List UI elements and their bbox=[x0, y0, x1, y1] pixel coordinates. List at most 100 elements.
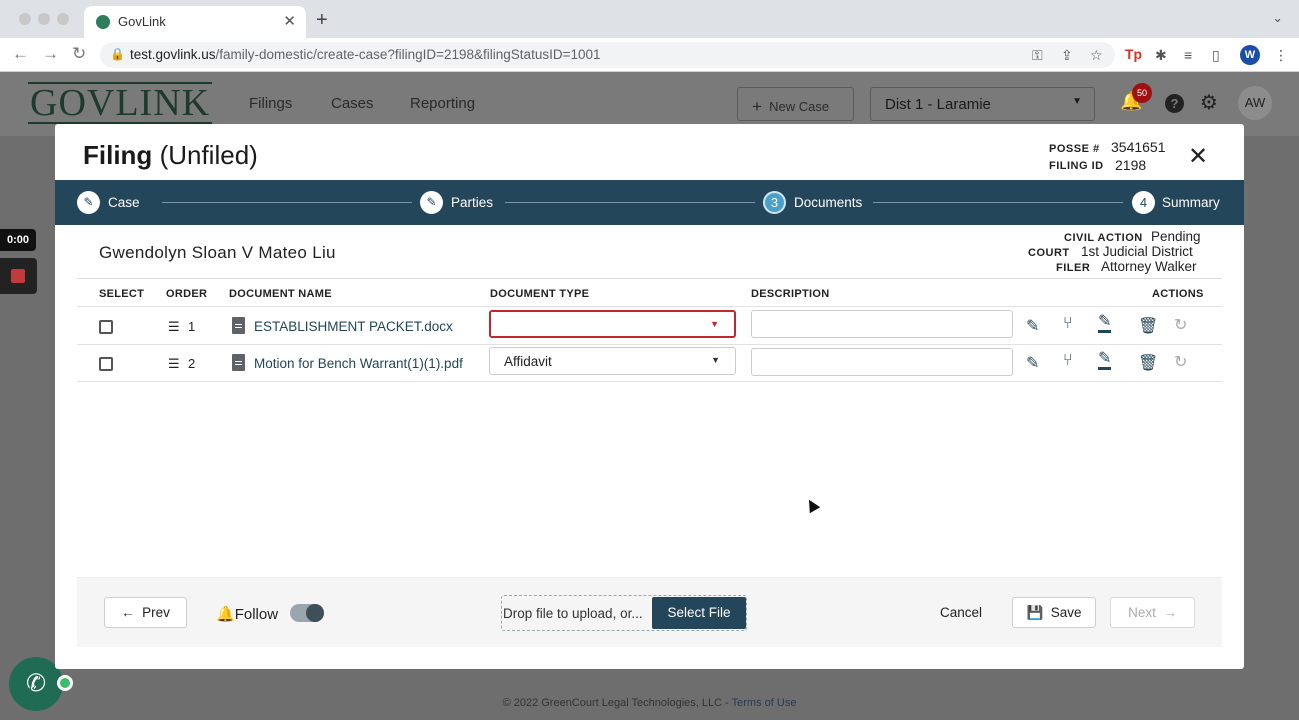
step-case[interactable]: Case bbox=[108, 195, 140, 210]
bookmark-star-icon[interactable]: ☆ bbox=[1090, 47, 1103, 64]
filer-value: Attorney Walker bbox=[1101, 259, 1197, 274]
nav-filings[interactable]: Filings bbox=[249, 95, 292, 112]
drag-handle-icon[interactable]: ☰ bbox=[168, 356, 180, 372]
prev-button[interactable]: ← Prev bbox=[104, 597, 187, 628]
toggle-knob bbox=[306, 604, 324, 622]
header-document-name: DOCUMENT NAME bbox=[229, 288, 332, 300]
browser-tab[interactable]: GovLink ✕ bbox=[84, 6, 306, 38]
address-bar[interactable]: 🔒 test.govlink.us/family-domestic/create… bbox=[100, 42, 1115, 68]
pencil-icon: ✎ bbox=[420, 191, 443, 214]
document-name[interactable]: Motion for Bench Warrant(1)(1).pdf bbox=[254, 356, 463, 371]
undo-refresh-icon[interactable]: ↻ bbox=[1174, 315, 1187, 335]
nav-cases[interactable]: Cases bbox=[331, 95, 374, 112]
document-icon bbox=[232, 354, 245, 371]
follow-toggle[interactable] bbox=[290, 604, 324, 622]
header-description: DESCRIPTION bbox=[751, 288, 830, 300]
undo-refresh-icon[interactable]: ↻ bbox=[1174, 352, 1187, 372]
close-icon[interactable]: ✕ bbox=[1188, 142, 1208, 171]
save-label: Save bbox=[1050, 605, 1082, 620]
cancel-button[interactable]: Cancel bbox=[940, 605, 982, 620]
forward-arrow-icon[interactable]: → bbox=[42, 44, 59, 64]
delete-trash-icon[interactable]: 🗑 bbox=[1138, 316, 1158, 336]
select-file-button[interactable]: Select File bbox=[652, 597, 746, 629]
new-case-button[interactable]: + New Case bbox=[737, 87, 854, 121]
stop-icon bbox=[11, 269, 25, 283]
side-panel-icon[interactable]: ▯ bbox=[1212, 47, 1220, 64]
browser-menu-icon[interactable]: ⋮ bbox=[1274, 47, 1288, 64]
page-footer: © 2022 GreenCourt Legal Technologies, LL… bbox=[0, 697, 1299, 709]
next-button[interactable]: Next → bbox=[1110, 597, 1195, 628]
file-drop-zone[interactable]: Drop file to upload, or... Select File bbox=[501, 595, 747, 631]
step-number-3: 3 bbox=[763, 191, 786, 214]
window-maximize-dot[interactable] bbox=[57, 13, 69, 25]
tab-search-chevron-icon[interactable]: ⌄ bbox=[1272, 10, 1283, 26]
row-divider bbox=[77, 381, 1222, 382]
filer-label: FILER bbox=[1056, 262, 1091, 274]
save-button[interactable]: 💾 Save bbox=[1012, 597, 1096, 628]
new-case-label: New Case bbox=[769, 99, 830, 114]
url-text: test.govlink.us/family-domestic/create-c… bbox=[130, 47, 601, 62]
follow-label: 🔔Follow bbox=[216, 606, 279, 623]
table-top-border bbox=[77, 278, 1222, 279]
help-icon[interactable]: ? bbox=[1165, 94, 1184, 113]
split-merge-icon[interactable]: ⑂ bbox=[1063, 352, 1073, 370]
extensions-puzzle-icon[interactable]: ✱ bbox=[1155, 47, 1167, 64]
media-queue-icon[interactable]: ≡ bbox=[1184, 47, 1192, 63]
notification-count-badge: 50 bbox=[1132, 83, 1152, 103]
step-summary[interactable]: Summary bbox=[1162, 195, 1220, 210]
header-order: ORDER bbox=[166, 288, 208, 300]
settings-gear-icon[interactable]: ⚙ bbox=[1200, 90, 1218, 115]
description-input[interactable] bbox=[751, 310, 1013, 338]
drag-handle-icon[interactable]: ☰ bbox=[168, 319, 180, 335]
delete-trash-icon[interactable]: 🗑 bbox=[1138, 353, 1158, 373]
header-select: SELECT bbox=[99, 288, 145, 300]
terms-of-use-link[interactable]: Terms of Use bbox=[732, 697, 797, 709]
filing-modal: Filing (Unfiled) POSSE # 3541651 FILING … bbox=[55, 124, 1244, 669]
save-disk-icon: 💾 bbox=[1026, 605, 1044, 620]
chevron-down-icon: ▼ bbox=[711, 355, 720, 365]
row-order: 1 bbox=[188, 319, 196, 334]
window-close-dot[interactable] bbox=[19, 13, 31, 25]
back-arrow-icon[interactable]: ← bbox=[12, 44, 29, 64]
document-type-select[interactable]: Affidavit ▼ bbox=[489, 347, 736, 375]
govlink-favicon-icon bbox=[96, 15, 110, 29]
key-icon[interactable]: ⚿ bbox=[1032, 47, 1043, 64]
document-name[interactable]: ESTABLISHMENT PACKET.docx bbox=[254, 319, 453, 334]
window-minimize-dot[interactable] bbox=[38, 13, 50, 25]
row-select-checkbox[interactable] bbox=[99, 357, 113, 371]
document-icon bbox=[232, 317, 245, 334]
document-type-select[interactable]: ▼ bbox=[489, 310, 736, 338]
split-merge-icon[interactable]: ⑂ bbox=[1063, 315, 1073, 333]
govlink-logo[interactable]: GOVLINK bbox=[28, 82, 213, 124]
prev-label: Prev bbox=[142, 605, 170, 620]
recording-timer: 0:00 bbox=[0, 229, 36, 251]
profile-avatar[interactable]: W bbox=[1240, 45, 1260, 65]
description-input[interactable] bbox=[751, 348, 1013, 376]
edit-pencil-icon[interactable]: ✎ bbox=[1026, 353, 1039, 373]
user-avatar[interactable]: AW bbox=[1238, 86, 1272, 120]
step-documents[interactable]: Documents bbox=[794, 195, 862, 210]
tab-close-icon[interactable]: ✕ bbox=[283, 12, 296, 30]
new-tab-icon[interactable]: + bbox=[316, 9, 328, 32]
sign-document-icon[interactable]: ✎ bbox=[1098, 351, 1112, 370]
district-value: Dist 1 - Laramie bbox=[885, 96, 991, 113]
document-type-value: Affidavit bbox=[504, 354, 552, 369]
stop-recording-button[interactable] bbox=[0, 258, 37, 294]
row-select-checkbox[interactable] bbox=[99, 320, 113, 334]
district-select[interactable]: Dist 1 - Laramie ▼ bbox=[870, 87, 1095, 121]
nav-reporting[interactable]: Reporting bbox=[410, 95, 475, 112]
case-name: Gwendolyn Sloan V Mateo Liu bbox=[99, 243, 336, 262]
share-icon[interactable]: ⇪ bbox=[1061, 47, 1073, 64]
arrow-left-icon: ← bbox=[121, 605, 135, 620]
bell-outline-icon: 🔔 bbox=[216, 606, 235, 623]
extension-tp-icon[interactable]: Tp bbox=[1125, 46, 1142, 62]
browser-tab-bar: GovLink ✕ + ⌄ bbox=[0, 0, 1299, 38]
sign-document-icon[interactable]: ✎ bbox=[1098, 314, 1112, 333]
reload-icon[interactable]: ↻ bbox=[72, 44, 86, 64]
chevron-down-icon: ▼ bbox=[710, 319, 719, 329]
row-order: 2 bbox=[188, 356, 196, 371]
pencil-icon: ✎ bbox=[77, 191, 100, 214]
edit-pencil-icon[interactable]: ✎ bbox=[1026, 316, 1039, 336]
filing-id-label: FILING ID bbox=[1049, 160, 1104, 172]
step-parties[interactable]: Parties bbox=[451, 195, 493, 210]
